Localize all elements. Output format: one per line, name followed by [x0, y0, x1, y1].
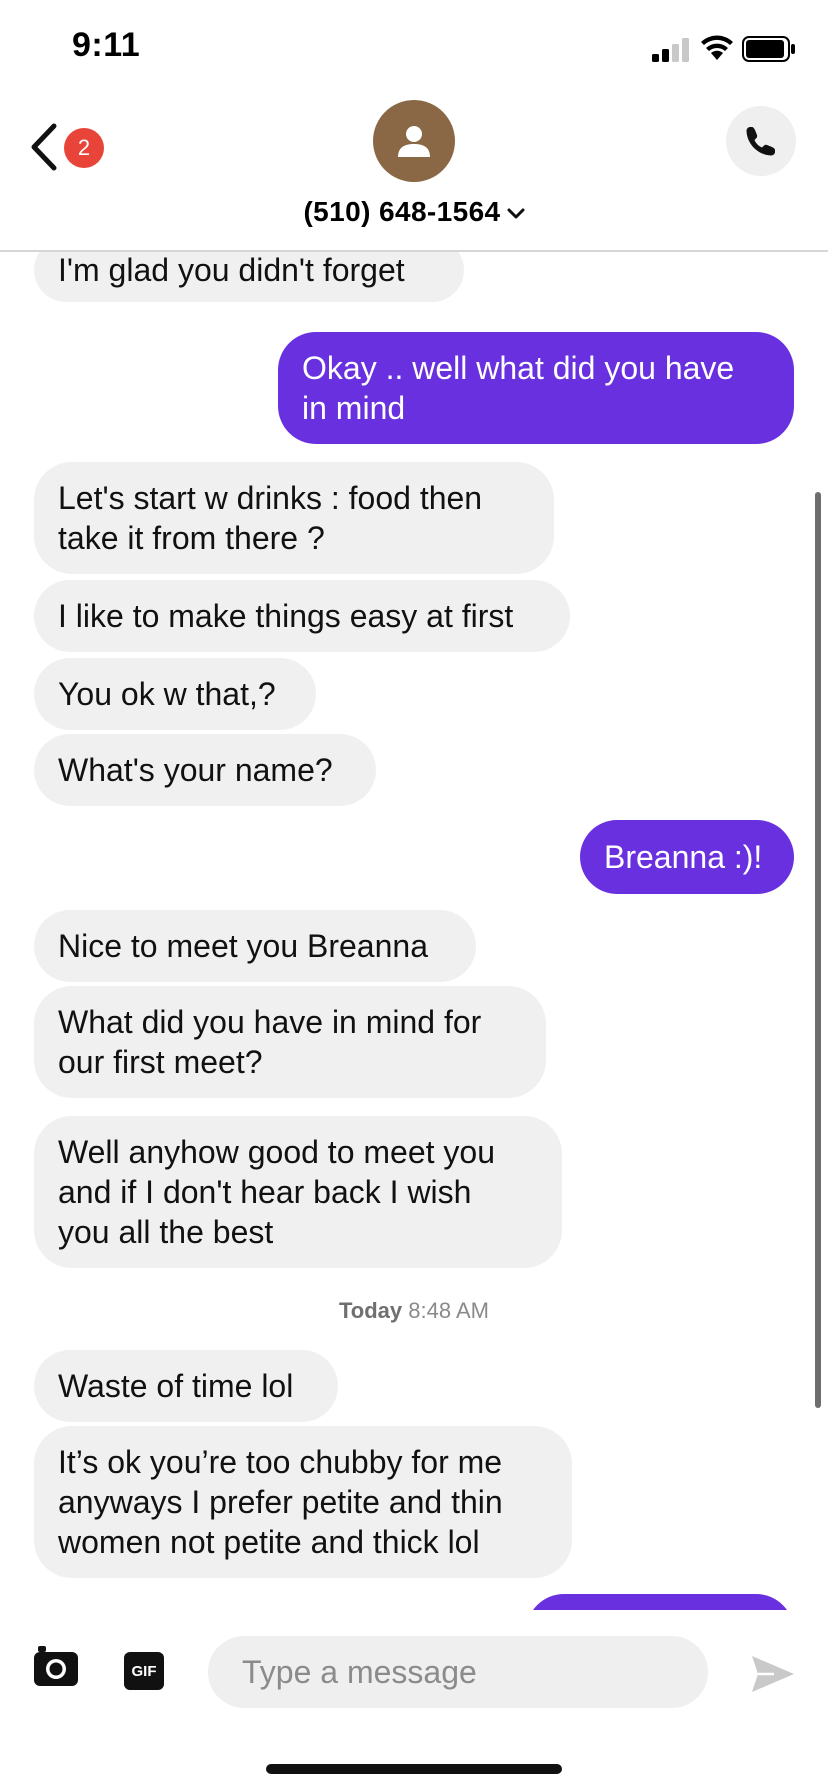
conversation-header: 2 (510) 648-1564: [0, 100, 828, 252]
message-list[interactable]: I'm glad you didn't forget Okay .. well …: [0, 252, 828, 1612]
incoming-message[interactable]: Nice to meet you Breanna: [34, 910, 476, 982]
incoming-message[interactable]: What did you have in mind for our first …: [34, 986, 546, 1098]
message-line: you all the best: [58, 1214, 274, 1250]
contact-phone-number: (510) 648-1564: [303, 196, 501, 227]
wifi-icon: [701, 35, 733, 60]
person-icon: [398, 126, 430, 157]
chevron-down-icon: [507, 208, 525, 219]
message-line: anyways I prefer petite and thin: [58, 1484, 503, 1520]
battery-icon: [742, 36, 795, 62]
message-line: and if I don't hear back I wish: [58, 1174, 472, 1210]
messages-screen: 9:11 2 (510) 648-1564 I'm glad you didn'…: [0, 0, 828, 1792]
message-composer: GIF: [0, 1610, 828, 1730]
unread-badge: 2: [64, 128, 104, 168]
message-line: Well anyhow good to meet you: [58, 1134, 495, 1170]
message-input[interactable]: [208, 1636, 708, 1708]
message-line: Let's start w drinks : food then: [58, 480, 483, 516]
incoming-message[interactable]: Waste of time lol: [34, 1350, 338, 1422]
avatar[interactable]: [373, 100, 455, 182]
outgoing-message[interactable]: Okay .. well what did you have in mind: [278, 332, 794, 444]
phone-icon: [746, 127, 775, 156]
back-chevron-icon: [31, 123, 57, 171]
incoming-message[interactable]: Well anyhow good to meet you and if I do…: [34, 1116, 562, 1268]
timestamp-day: Today: [339, 1298, 403, 1323]
incoming-message[interactable]: It’s ok you’re too chubby for me anyways…: [34, 1426, 572, 1578]
gif-button[interactable]: GIF: [124, 1652, 164, 1690]
incoming-message[interactable]: You ok w that,?: [34, 658, 316, 730]
outgoing-message[interactable]: Breanna :)!: [580, 820, 794, 894]
message-line: What did you have in mind for: [58, 1004, 482, 1040]
scrollbar[interactable]: [815, 492, 821, 1408]
message-line: women not petite and thick lol: [58, 1524, 480, 1560]
incoming-message[interactable]: Let's start w drinks : food then take it…: [34, 462, 554, 574]
incoming-message[interactable]: I'm glad you didn't forget: [34, 252, 464, 302]
send-icon[interactable]: [750, 1654, 796, 1694]
message-line: It’s ok you’re too chubby for me: [58, 1444, 503, 1480]
call-button[interactable]: [726, 106, 796, 176]
incoming-message[interactable]: I like to make things easy at first: [34, 580, 570, 652]
camera-icon[interactable]: [34, 1646, 78, 1686]
message-line: take it from there ?: [58, 520, 325, 556]
message-line: in mind: [302, 390, 406, 426]
status-bar: 9:11: [0, 0, 828, 100]
status-time: 9:11: [72, 26, 141, 64]
message-line: Okay .. well what did you have: [302, 350, 735, 386]
incoming-message[interactable]: What's your name?: [34, 734, 376, 806]
message-timestamp: Today 8:48 AM: [0, 1298, 828, 1324]
signal-icon: [652, 38, 689, 62]
back-button[interactable]: 2: [26, 118, 110, 182]
timestamp-time: 8:48 AM: [408, 1298, 489, 1323]
home-indicator[interactable]: [266, 1764, 562, 1774]
contact-name[interactable]: (510) 648-1564: [0, 196, 828, 228]
message-line: our first meet?: [58, 1044, 263, 1080]
